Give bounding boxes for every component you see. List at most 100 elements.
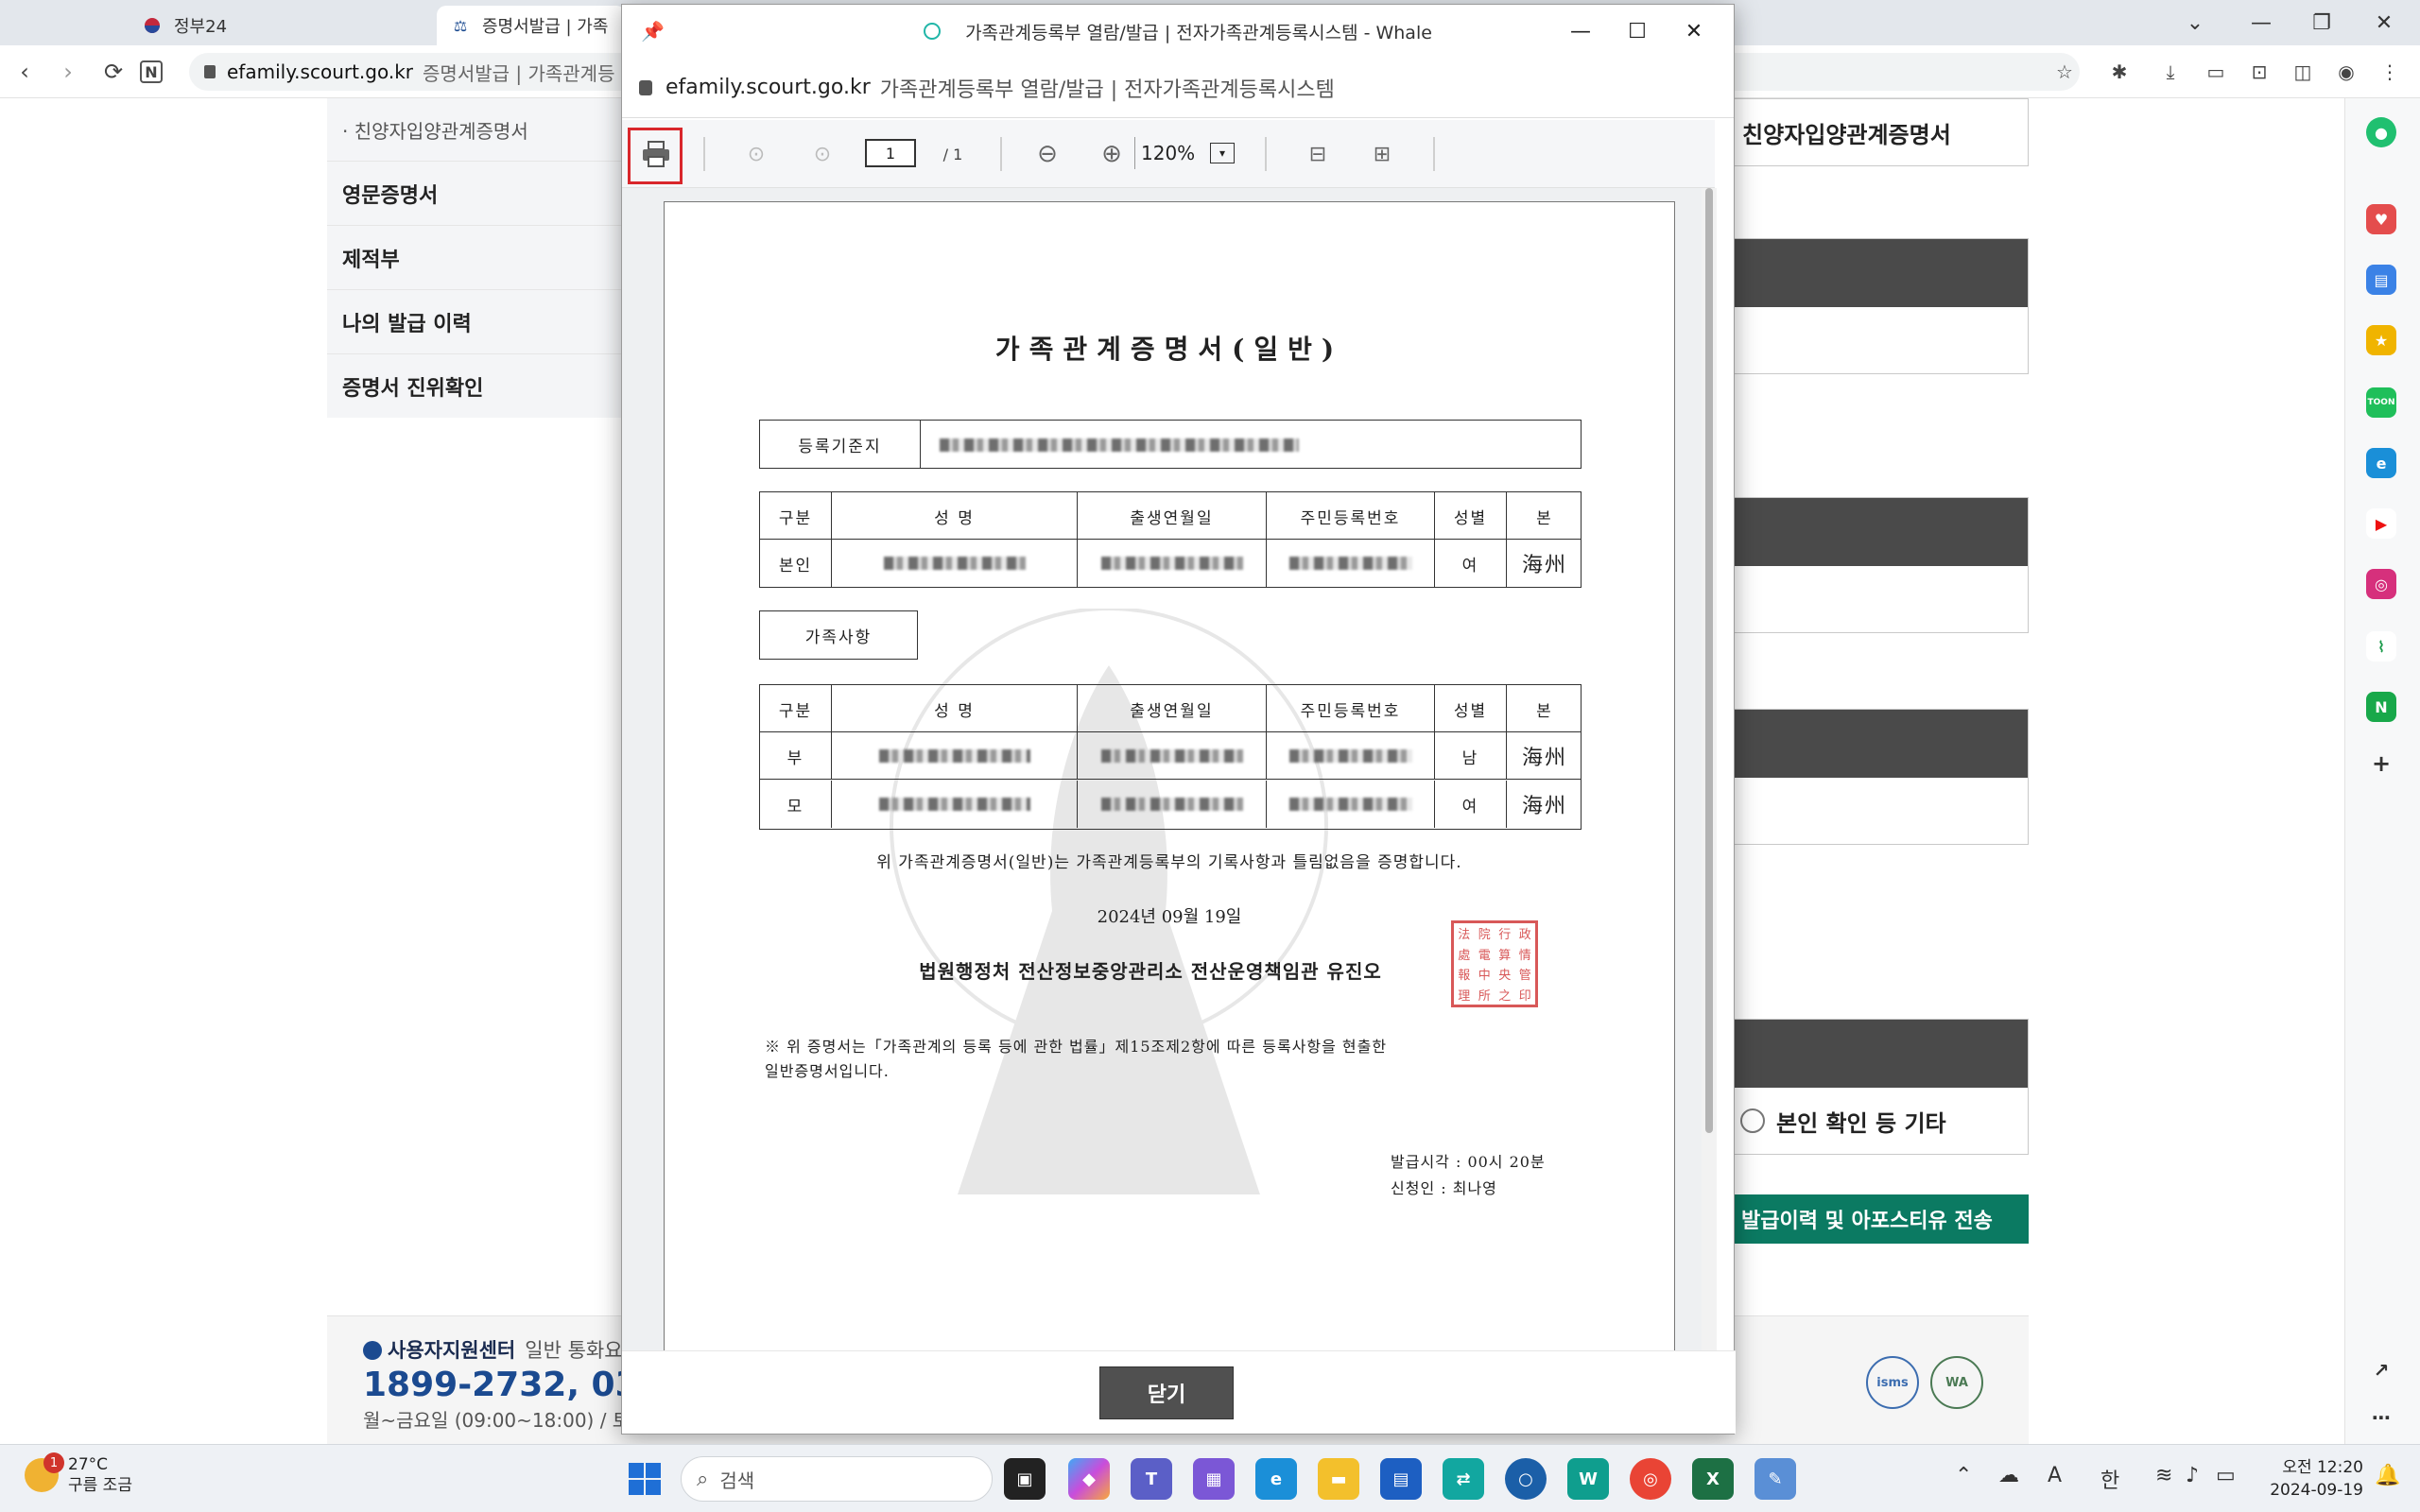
media-icon[interactable]: ▭ xyxy=(2201,57,2231,87)
header-name: 성 명 xyxy=(832,492,1078,540)
nav-item-verify[interactable]: 증명서 진위확인 xyxy=(327,353,630,418)
nav-item-history[interactable]: 나의 발급 이력 xyxy=(327,289,630,353)
system-clock[interactable]: 오전 12:20 2024-09-19 xyxy=(2269,1456,2363,1502)
webtoon-icon[interactable]: TOON xyxy=(2366,387,2396,418)
volume-icon[interactable]: ♪ xyxy=(2186,1464,2199,1487)
paint-icon[interactable]: ✎ xyxy=(1754,1458,1796,1500)
header-origin: 본 xyxy=(1536,508,1553,528)
calendar-icon[interactable]: ▤ xyxy=(2366,265,2396,295)
back-icon[interactable]: ‹ xyxy=(8,55,42,89)
copilot-icon[interactable]: ◆ xyxy=(1068,1458,1110,1500)
pdf-scrollbar-thumb[interactable] xyxy=(1705,188,1713,1133)
circle-app-icon[interactable]: ○ xyxy=(1505,1458,1547,1500)
family-table: 구분 성 명 출생연월일 주민등록번호 성별 본 부 남 海州 모 여 海州 xyxy=(759,684,1582,830)
font-icon[interactable]: A xyxy=(2048,1464,2062,1487)
naver-shop-icon[interactable]: N xyxy=(2366,692,2396,722)
task-view-icon[interactable]: ▣ xyxy=(1004,1458,1046,1500)
reload-icon[interactable]: ⟳ xyxy=(96,55,130,89)
onedrive-icon[interactable]: ☁ xyxy=(1998,1464,2019,1487)
teams-icon[interactable]: T xyxy=(1131,1458,1172,1500)
fit-width-icon[interactable]: ⊞ xyxy=(1361,133,1403,175)
bookmark-star-icon[interactable]: ☆ xyxy=(2049,57,2080,87)
nav-item-removal[interactable]: 제적부 xyxy=(327,225,630,289)
redacted-address xyxy=(940,438,1299,455)
redacted-rrn xyxy=(1267,732,1435,780)
zoom-select[interactable]: 120% ▾ xyxy=(1134,137,1238,169)
pdf-toolbar: ⊙ ⊙ 1 / 1 ⊖ ⊕ 120% ▾ ⊟ ⊞ xyxy=(622,120,1715,188)
tray-chevron-icon[interactable]: ⌃ xyxy=(1955,1464,1972,1487)
forward-icon[interactable]: › xyxy=(51,55,85,89)
notification-bell-icon[interactable]: 🔔 xyxy=(2375,1464,2400,1487)
minimize-button[interactable]: — xyxy=(2231,0,2291,45)
print-icon[interactable] xyxy=(635,133,677,175)
restore-button[interactable]: ❐ xyxy=(2291,0,2352,45)
zoom-in-icon[interactable]: ⊕ xyxy=(1083,133,1140,175)
tab-gov24[interactable]: 정부24 xyxy=(129,6,431,45)
page-number-input[interactable]: 1 xyxy=(865,139,916,167)
battery-icon[interactable]: ▭ xyxy=(2216,1464,2236,1487)
popup-minimize-button[interactable]: — xyxy=(1552,10,1609,52)
ime-indicator[interactable]: 한 xyxy=(2100,1464,2119,1494)
edge-icon[interactable]: e xyxy=(2366,448,2396,478)
file-explorer-icon[interactable]: ▬ xyxy=(1318,1458,1359,1500)
extensions-icon[interactable]: ✱ xyxy=(2104,57,2135,87)
page-total: / 1 xyxy=(942,145,963,163)
chrome-icon[interactable]: ◎ xyxy=(1630,1458,1671,1500)
redacted-name xyxy=(832,732,1078,780)
page-down-icon[interactable]: ⊙ xyxy=(804,133,841,175)
taskbar-search[interactable]: ⌕ 검색 xyxy=(681,1456,993,1502)
wifi-icon[interactable]: ≋ xyxy=(2155,1464,2172,1487)
redacted-name xyxy=(832,781,1078,828)
screenshot-icon[interactable]: ⊡ xyxy=(2244,57,2274,87)
mother-origin: 海州 xyxy=(1521,795,1567,818)
mother-gender: 여 xyxy=(1435,781,1507,828)
history-apostille-button[interactable]: 발급이력 및 아포스티유 전송 xyxy=(1730,1194,2029,1244)
fit-page-icon[interactable]: ⊟ xyxy=(1297,133,1339,175)
issue-time: 발급시각 : 00시 20분 xyxy=(1391,1153,1546,1171)
radio-circle-icon[interactable] xyxy=(1740,1108,1765,1133)
add-panel-icon[interactable]: + xyxy=(2366,748,2396,779)
open-external-icon[interactable]: ↗ xyxy=(2366,1355,2396,1385)
whale-browser-icon[interactable]: W xyxy=(1567,1458,1609,1500)
sidebar-toggle-icon[interactable]: ◫ xyxy=(2288,57,2318,87)
nav-sub-item-adoption[interactable]: · 친양자입양관계증명서 xyxy=(327,98,630,161)
legal-note-line2: 일반증명서입니다. xyxy=(765,1062,890,1080)
pin-icon[interactable]: 📌 xyxy=(641,20,665,43)
edge-icon[interactable]: e xyxy=(1255,1458,1297,1500)
isms-badge-icon: isms xyxy=(1866,1356,1919,1409)
download-icon[interactable]: ⤓ xyxy=(2155,57,2186,87)
page-up-icon[interactable]: ⊙ xyxy=(737,133,775,175)
naver-icon[interactable]: N xyxy=(140,60,163,83)
tab-certificate[interactable]: ⚖ 증명서발급 | 가족 xyxy=(437,6,626,45)
excel-icon[interactable]: X xyxy=(1692,1458,1734,1500)
pocket-icon[interactable]: ♥ xyxy=(2366,204,2396,234)
menu-icon[interactable]: ⋮ xyxy=(2375,57,2405,87)
stocks-icon[interactable]: ⌇ xyxy=(2366,631,2396,662)
phone-icon xyxy=(363,1341,382,1360)
windows-start-icon[interactable] xyxy=(624,1458,666,1500)
app-icon[interactable]: ▦ xyxy=(1193,1458,1235,1500)
weather-widget[interactable]: 1 27°C 구름 조금 xyxy=(25,1452,132,1496)
popup-url-bar: efamily.scourt.go.kr 가족관계등록부 열람/발급 | 전자가… xyxy=(622,58,1734,118)
favorites-icon[interactable]: ★ xyxy=(2366,325,2396,355)
close-button[interactable]: 닫기 xyxy=(1099,1366,1234,1419)
youtube-icon[interactable]: ▶ xyxy=(2366,508,2396,539)
redacted-name xyxy=(832,540,1078,587)
right-box-adoption[interactable]: 친양자입양관계증명서 xyxy=(1730,98,2029,166)
close-window-button[interactable]: ✕ xyxy=(2354,0,2414,45)
instagram-icon[interactable]: ◎ xyxy=(2366,569,2396,599)
mother-kind: 모 xyxy=(760,781,832,828)
right-box-2 xyxy=(1730,497,2029,633)
whale-assistant-icon[interactable]: ● xyxy=(2366,117,2396,147)
pdf-viewer[interactable]: 가족관계증명서(일반) 등록기준지 구분 성 명 출생연월일 주민등록번호 성별… xyxy=(622,188,1715,1350)
zoom-out-icon[interactable]: ⊖ xyxy=(1019,133,1076,175)
popup-close-window-button[interactable]: ✕ xyxy=(1666,10,1722,52)
nav-item-english[interactable]: 영문증명서 xyxy=(327,161,630,225)
store-icon[interactable]: ▤ xyxy=(1380,1458,1422,1500)
popup-maximize-button[interactable]: ☐ xyxy=(1609,10,1666,52)
profile-icon[interactable]: ◉ xyxy=(2331,57,2361,87)
tab-list-icon[interactable]: ⌄ xyxy=(2165,0,2225,45)
header-kind: 구분 xyxy=(760,685,832,732)
more-icon[interactable]: ⋯ xyxy=(2366,1402,2396,1433)
sync-icon[interactable]: ⇄ xyxy=(1443,1458,1484,1500)
